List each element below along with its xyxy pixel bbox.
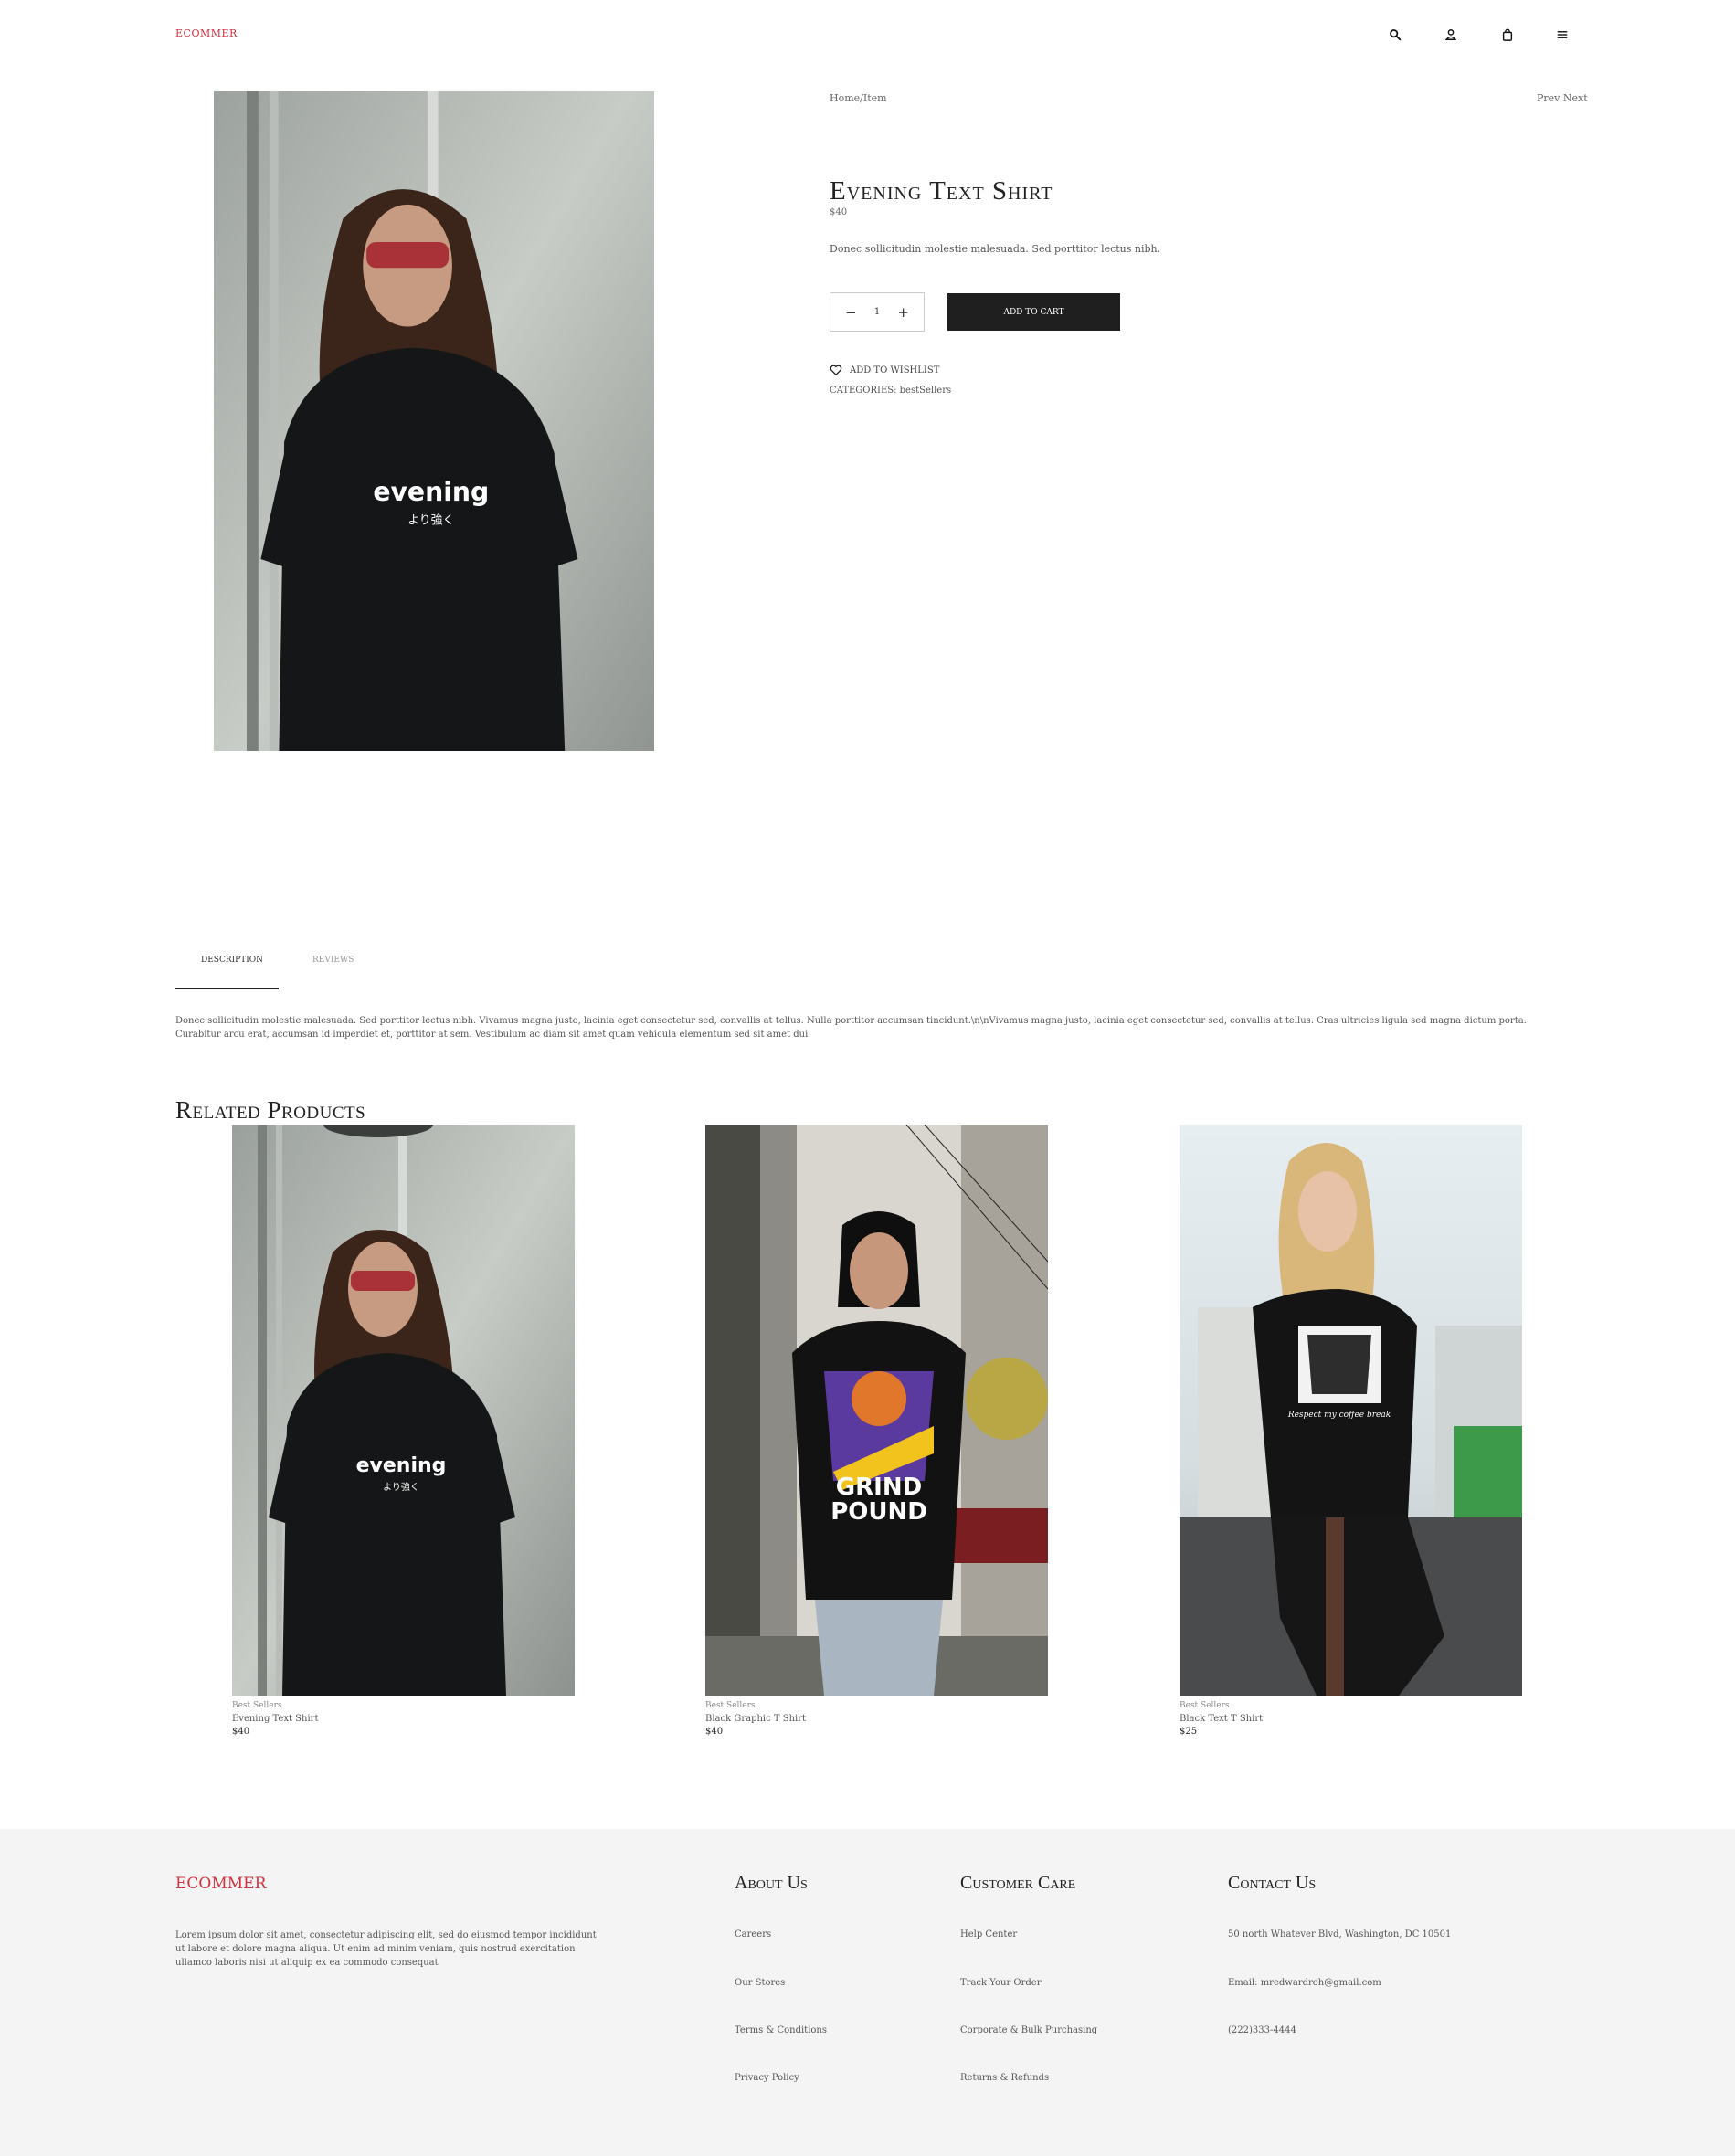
footer-link-returns[interactable]: Returns & Refunds <box>960 2073 1049 2083</box>
footer-logo[interactable]: ECOMMER <box>175 1875 266 1893</box>
add-to-cart-button[interactable]: ADD TO CART <box>947 293 1120 331</box>
product-short-description: Donec sollicitudin molestie malesuada. S… <box>830 243 1161 255</box>
footer-address: 50 north Whatever Blvd, Washington, DC 1… <box>1228 1929 1452 1939</box>
quantity-decrease-button[interactable]: − <box>845 304 857 321</box>
menu-icon[interactable] <box>1553 26 1571 44</box>
product-card-price: $25 <box>1180 1727 1198 1737</box>
footer-link-corporate[interactable]: Corporate & Bulk Purchasing <box>960 2025 1097 2035</box>
product-card-price: $40 <box>232 1727 250 1737</box>
product-card[interactable]: Best Sellers Black Graphic T Shirt $40 <box>705 1125 1048 1737</box>
related-products-heading: Related Products <box>175 1096 366 1124</box>
footer-heading-about-us: About Us <box>735 1873 808 1893</box>
product-card-category: Best Sellers <box>1180 1701 1230 1710</box>
footer-heading-customer-care: Customer Care <box>960 1873 1076 1893</box>
product-card-name[interactable]: Black Text T Shirt <box>1180 1714 1522 1724</box>
product-categories: CATEGORIES: bestSellers <box>830 386 952 396</box>
add-to-wishlist-link[interactable]: ADD TO WISHLIST <box>830 364 939 376</box>
product-card-price: $40 <box>705 1727 724 1737</box>
product-main-image[interactable] <box>214 91 654 751</box>
product-card-image[interactable] <box>705 1125 1048 1696</box>
quantity-stepper: − 1 + <box>830 292 925 332</box>
footer-link-help-center[interactable]: Help Center <box>960 1929 1017 1939</box>
footer-email[interactable]: Email: mredwardroh@gmail.com <box>1228 1978 1381 1988</box>
footer-link-terms[interactable]: Terms & Conditions <box>735 2025 827 2035</box>
search-icon[interactable] <box>1386 26 1404 44</box>
description-text: Donec sollicitudin molestie malesuada. S… <box>175 1016 1527 1040</box>
prev-link[interactable]: Prev <box>1537 92 1560 104</box>
product-price: $40 <box>830 207 848 217</box>
wishlist-label: ADD TO WISHLIST <box>850 365 940 375</box>
tab-description[interactable]: DESCRIPTION <box>201 956 263 965</box>
site-header: ECOMMER <box>0 0 1735 68</box>
active-tab-indicator <box>175 988 279 989</box>
bag-icon[interactable] <box>1498 26 1517 44</box>
heart-icon <box>830 365 842 375</box>
product-title: Evening Text Shirt <box>830 176 1053 206</box>
footer-phone[interactable]: (222)333-4444 <box>1228 2025 1296 2035</box>
product-card[interactable]: Best Sellers Black Text T Shirt $25 <box>1180 1125 1522 1737</box>
prev-next-nav: Prev Next <box>1537 92 1588 104</box>
footer-link-careers[interactable]: Careers <box>735 1929 771 1939</box>
product-card[interactable]: Best Sellers Evening Text Shirt $40 <box>232 1125 575 1737</box>
next-link[interactable]: Next <box>1563 92 1588 104</box>
quantity-increase-button[interactable]: + <box>897 304 909 321</box>
footer-link-our-stores[interactable]: Our Stores <box>735 1978 785 1988</box>
footer-link-privacy[interactable]: Privacy Policy <box>735 2073 799 2083</box>
product-card-image[interactable] <box>1180 1125 1522 1696</box>
tab-reviews[interactable]: REVIEWS <box>312 956 354 965</box>
product-card-name[interactable]: Evening Text Shirt <box>232 1714 575 1724</box>
site-logo[interactable]: ECOMMER <box>175 27 238 39</box>
quantity-value[interactable]: 1 <box>874 307 880 317</box>
product-card-image[interactable] <box>232 1125 575 1696</box>
footer-link-track-order[interactable]: Track Your Order <box>960 1978 1041 1988</box>
footer-about-text: Lorem ipsum dolor sit amet, consectetur … <box>175 1930 597 1968</box>
product-card-category: Best Sellers <box>232 1701 282 1710</box>
product-card-name[interactable]: Black Graphic T Shirt <box>705 1714 1048 1724</box>
user-icon[interactable] <box>1442 26 1460 44</box>
footer-heading-contact-us: Contact Us <box>1228 1873 1317 1893</box>
product-card-category: Best Sellers <box>705 1701 756 1710</box>
site-footer: ECOMMER Lorem ipsum dolor sit amet, cons… <box>0 1829 1735 2156</box>
breadcrumb[interactable]: Home/Item <box>830 92 887 104</box>
